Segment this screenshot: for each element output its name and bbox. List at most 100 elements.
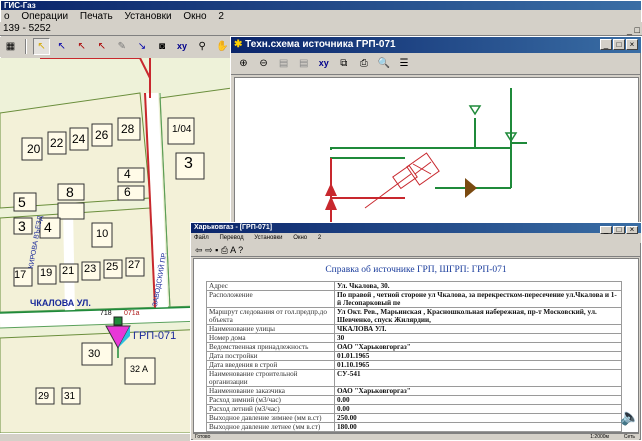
- settings-icon[interactable]: ☰: [396, 55, 413, 72]
- document-heading: Справка об источнике ГРП, ШГРП: ГРП-071: [325, 265, 507, 275]
- select-arrow-icon[interactable]: ↖: [33, 38, 51, 55]
- menu-item-settings[interactable]: Установки: [254, 235, 282, 241]
- scheme-toolbar: ⊕ ⊖ ▤ ▤ xy ⧉ ⎙ 🔍 ☰: [231, 53, 641, 75]
- grid-icon[interactable]: ▦: [2, 38, 19, 55]
- back-icon[interactable]: ⇦: [195, 245, 203, 255]
- close-icon[interactable]: ×: [626, 226, 638, 234]
- property-name: Адрес: [206, 281, 335, 291]
- table-row: Расход летний (м3/час) 0.00: [206, 404, 622, 414]
- table-row: Дата постройки 01.01.1965: [206, 351, 622, 361]
- status-network: Сеть: [623, 434, 635, 440]
- property-name: Дата постройки: [206, 351, 335, 361]
- maximize-icon[interactable]: □: [613, 226, 625, 234]
- font-icon[interactable]: A: [230, 245, 236, 255]
- house-number: 30: [88, 348, 101, 360]
- house-number: 4: [124, 167, 131, 181]
- xy-icon[interactable]: xy: [174, 38, 191, 55]
- pipe-label: 071а: [124, 310, 140, 317]
- minimize-icon[interactable]: _: [600, 39, 612, 50]
- select-multi-icon[interactable]: ↖: [93, 38, 110, 55]
- property-value: По правой , четной стороне ул Чкалова, з…: [334, 290, 622, 308]
- status-text: Готово: [195, 434, 211, 440]
- house-number: 17: [14, 269, 27, 281]
- property-value: ЧКАЛОВА УЛ.: [334, 324, 622, 334]
- mdi-controls[interactable]: _ □: [627, 23, 640, 37]
- menu-item-translate[interactable]: Перевод: [219, 235, 243, 241]
- menu-item-help[interactable]: 2: [318, 235, 321, 241]
- scheme-canvas[interactable]: [234, 77, 639, 223]
- properties-table: Адрес Ул. Чкалова, 30. Расположение По прав…: [206, 281, 622, 432]
- speaker-icon[interactable]: 🔈: [620, 407, 640, 427]
- property-value: 180.00: [334, 422, 622, 432]
- save-icon[interactable]: ▪: [215, 245, 218, 255]
- copy-icon[interactable]: ⧉: [335, 55, 352, 72]
- zoom-icon[interactable]: ⚲: [194, 38, 211, 55]
- help-icon[interactable]: ?: [238, 245, 243, 255]
- property-value: 30: [334, 333, 622, 343]
- property-value: 250.00: [334, 413, 622, 423]
- close-icon[interactable]: ×: [626, 39, 638, 50]
- house-number: 1/04: [172, 124, 192, 135]
- info-menubar: Файл Перевод Установки Окно 2: [191, 233, 641, 243]
- grp-label[interactable]: ГРП-071: [133, 330, 176, 342]
- property-value: Ул Окт. Рев., Марьинская , Красношкольна…: [334, 307, 622, 325]
- toolbar-separator: [25, 39, 28, 54]
- property-value: 01.10.1965: [334, 360, 622, 370]
- property-name: Маршрут следования от гол.предпр.до объе…: [206, 307, 335, 325]
- property-name: Наименование заказчика: [206, 386, 335, 396]
- menu-item-print[interactable]: Печать: [80, 11, 113, 22]
- scheme-title: ✱ Техн.схема источника ГРП-071: [231, 37, 641, 53]
- house-number: 22: [50, 136, 64, 150]
- menu-item-settings[interactable]: Установки: [124, 11, 171, 22]
- preview-icon[interactable]: 🔍: [375, 55, 392, 72]
- menu-item-operations[interactable]: Операции: [21, 11, 68, 22]
- table-row: Выходное давление летнее (мм в.ст) 180.00: [206, 422, 622, 432]
- table-row: Расположение По правой , четной стороне у…: [206, 290, 622, 308]
- property-name: Расход летний (м3/час): [206, 404, 335, 414]
- table-row: Наименование улицы ЧКАЛОВА УЛ.: [206, 324, 622, 334]
- select-object-icon[interactable]: ↖: [53, 38, 70, 55]
- house-number: 3: [184, 155, 193, 172]
- property-value: ОАО "Харьковгоргаз": [334, 342, 622, 352]
- table-row: Расход зимний (м3/час) 0.00: [206, 395, 622, 405]
- zoom-out-icon[interactable]: ⊖: [255, 55, 272, 72]
- pencil-icon[interactable]: ✎: [113, 38, 130, 55]
- table-row: Наименование строительной организации СУ-…: [206, 369, 622, 387]
- menu-item-window[interactable]: Окно: [293, 235, 307, 241]
- house-number: 31: [64, 391, 76, 402]
- house-number: 32 A: [130, 364, 149, 374]
- info-title-text: Харьковгаз - [ГРП-071]: [194, 224, 273, 231]
- property-value: 0.00: [334, 404, 622, 414]
- minimize-icon[interactable]: _: [600, 226, 612, 234]
- property-name: Наименование строительной организации: [206, 369, 335, 387]
- scheme-drawing: [325, 88, 527, 222]
- pipe-label: 718: [100, 310, 112, 317]
- table-row: Адрес Ул. Чкалова, 30.: [206, 281, 622, 291]
- forward-icon[interactable]: ⇨: [205, 245, 213, 255]
- coordinate-readout: 139 - 5252: [3, 23, 51, 34]
- hand-icon[interactable]: ✋: [214, 38, 230, 55]
- table-row: Наименование заказчика ОАО "Харьковгоргаз…: [206, 386, 622, 396]
- menu-item-o[interactable]: о: [4, 11, 10, 22]
- print-icon[interactable]: ⎙: [221, 245, 228, 255]
- property-value: СУ-541: [334, 369, 622, 387]
- layers-icon[interactable]: ▤: [275, 55, 292, 72]
- layers-alt-icon[interactable]: ▤: [295, 55, 312, 72]
- measure-icon[interactable]: ↘: [133, 38, 150, 55]
- binoculars-icon[interactable]: ◙: [154, 38, 171, 55]
- house-number: 27: [128, 259, 141, 271]
- print-icon[interactable]: ⎙: [355, 55, 372, 72]
- maximize-icon[interactable]: □: [613, 39, 625, 50]
- select-layer-icon[interactable]: ↖: [73, 38, 90, 55]
- menu-item-file[interactable]: Файл: [194, 235, 209, 241]
- zoom-in-icon[interactable]: ⊕: [235, 55, 252, 72]
- street-label: ЧКАЛОВА УЛ.: [30, 298, 91, 308]
- house-number: 24: [72, 132, 86, 146]
- menu-item-window[interactable]: Окно: [183, 11, 206, 22]
- house-number: 29: [38, 391, 50, 402]
- scheme-title-text: Техн.схема источника ГРП-071: [245, 39, 396, 50]
- house-number: 8: [66, 184, 74, 200]
- menu-item-help[interactable]: 2: [218, 11, 224, 22]
- property-name: Дата введения в строй: [206, 360, 335, 370]
- xy-icon[interactable]: xy: [315, 55, 332, 72]
